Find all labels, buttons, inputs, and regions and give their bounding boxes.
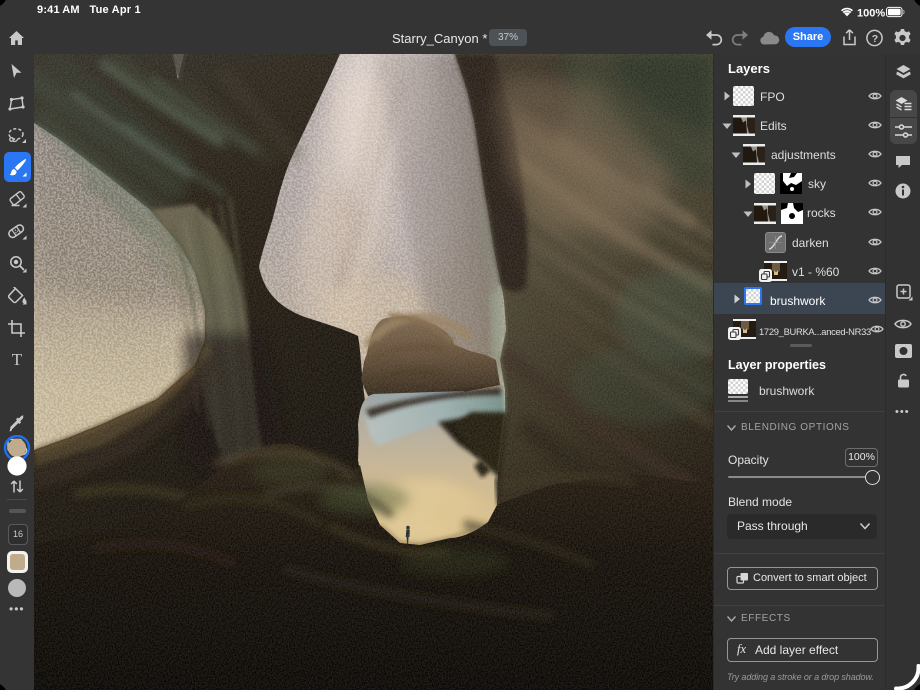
svg-text:?: ? bbox=[872, 33, 878, 45]
svg-text:100%: 100% bbox=[857, 7, 885, 19]
svg-text:T: T bbox=[12, 351, 23, 367]
